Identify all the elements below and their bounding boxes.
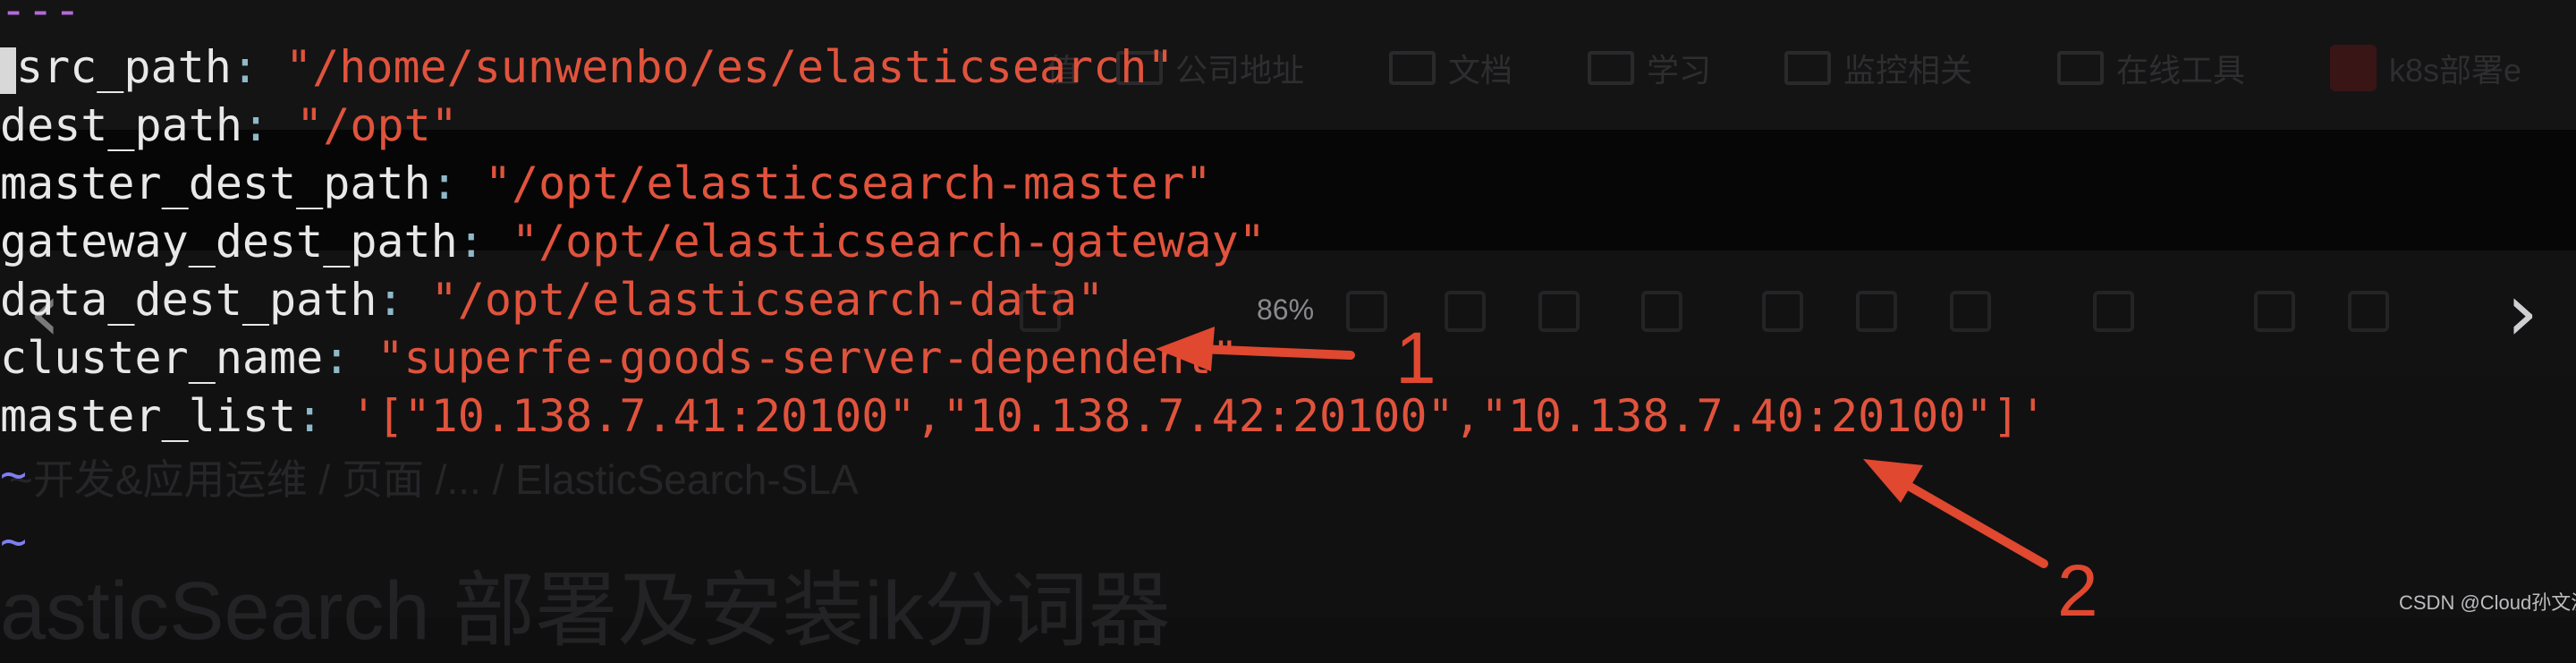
watermark: CSDN @Cloud孙文波 [2399, 591, 2576, 614]
annotation-arrow-1 [1156, 327, 1355, 371]
annotation-layer: 1 2 [1156, 318, 2098, 617]
annotation-label-1: 1 [1395, 318, 1436, 399]
annotation-arrow-2 [1863, 459, 2048, 568]
annotation-label-2: 2 [2057, 550, 2098, 617]
